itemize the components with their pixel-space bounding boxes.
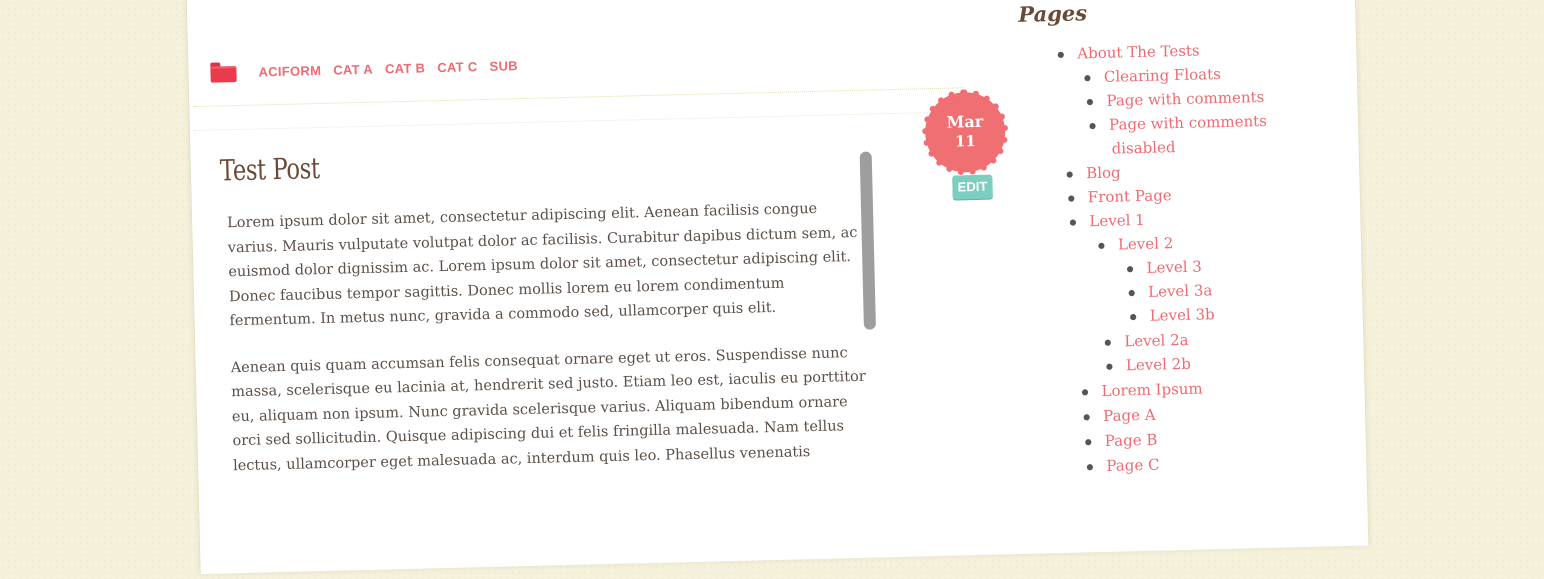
page-link-page-with-comments-disabled[interactable]: Page with comments	[1109, 112, 1267, 134]
nav-link-sub[interactable]: SUB	[489, 58, 518, 74]
page-link-page-a[interactable]: Page A	[1103, 406, 1156, 425]
date-day: 11	[954, 131, 977, 151]
page-link-level-3b[interactable]: Level 3b	[1150, 305, 1215, 325]
page-stage: ACIFORM CAT A CAT B CAT C SUB Test Post …	[0, 0, 1544, 575]
page-link-level-3a[interactable]: Level 3a	[1148, 281, 1213, 301]
page-link-level-2a[interactable]: Level 2a	[1124, 331, 1189, 351]
page-link-level-3[interactable]: Level 3	[1146, 258, 1202, 277]
page-link-level-2[interactable]: Level 2	[1118, 234, 1174, 253]
post-body: Lorem ipsum dolor sit amet, consectetur …	[227, 196, 869, 473]
nav-link-cat-b[interactable]: CAT B	[385, 60, 426, 76]
page-link-page-c[interactable]: Page C	[1106, 456, 1160, 475]
page-link-page-with-comments[interactable]: Page with comments	[1106, 88, 1264, 110]
page-link-level-1[interactable]: Level 1	[1089, 211, 1145, 230]
folder-icon[interactable]	[210, 62, 237, 83]
page-link-blog[interactable]: Blog	[1086, 163, 1121, 182]
page-link-front-page[interactable]: Front Page	[1088, 186, 1172, 206]
nav-link-aciform[interactable]: ACIFORM	[258, 62, 321, 79]
date-badge: Mar 11	[927, 94, 1004, 171]
post-paragraph-2: Aenean quis quam accumsan felis consequa…	[230, 344, 866, 474]
page-link-about-the-tests[interactable]: About The Tests	[1077, 41, 1200, 62]
post-title[interactable]: Test Post	[219, 151, 320, 187]
page-link-page-b[interactable]: Page B	[1105, 431, 1158, 450]
page-link-level-2b[interactable]: Level 2b	[1126, 355, 1191, 375]
date-month: Mar	[946, 111, 984, 132]
page-link-lorem-ipsum[interactable]: Lorem Ipsum	[1101, 380, 1203, 400]
nav-link-cat-c[interactable]: CAT C	[437, 59, 478, 75]
page-link-page-with-comments-disabled-cont[interactable]: disabled	[1111, 138, 1175, 158]
nav-link-cat-a[interactable]: CAT A	[333, 61, 373, 77]
sidebar-title: Pages	[1018, 0, 1088, 27]
post-paragraph-1: Lorem ipsum dolor sit amet, consectetur …	[226, 200, 858, 330]
edit-button[interactable]: EDIT	[952, 174, 993, 200]
page-link-clearing-floats[interactable]: Clearing Floats	[1104, 65, 1221, 86]
